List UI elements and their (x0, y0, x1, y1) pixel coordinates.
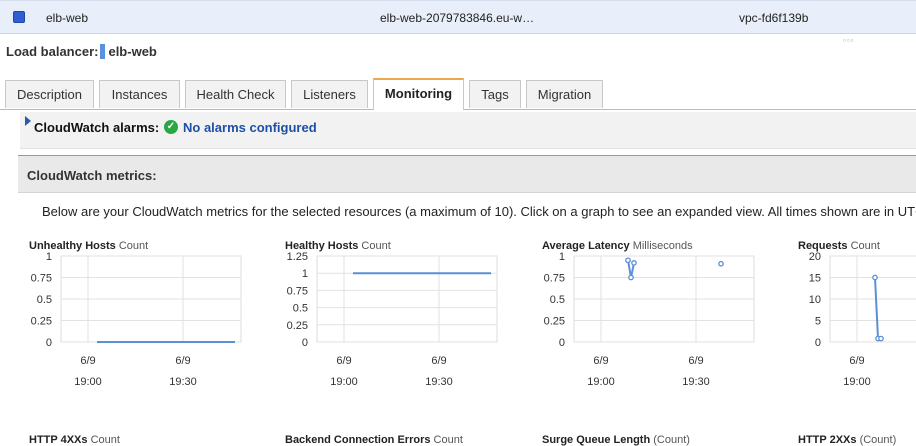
tab-migration[interactable]: Migration (526, 80, 603, 108)
x-tick-label: 19:30 (682, 376, 710, 388)
marker-icon (100, 44, 106, 59)
x-tick-label: 6/9 (593, 355, 608, 367)
x-tick-label: 19:00 (843, 376, 871, 388)
graph-healthy-hosts[interactable]: Healthy Hosts Count 1.25 1 0.75 0.5 0.25 0 6/9… (285, 240, 525, 400)
graph-title-text: Surge Queue Length (542, 434, 651, 446)
selected-load-balancer-row[interactable]: elb-web elb-web-2079783846.eu-w… vpc-fd6… (0, 0, 916, 34)
graph-title-text: Average Latency (542, 240, 630, 252)
x-tick-label: 19:30 (169, 376, 197, 388)
x-tick-label: 6/9 (849, 355, 864, 367)
y-tick-label: 1.25 (287, 251, 308, 263)
y-tick-label: 0.75 (544, 273, 565, 285)
y-tick-label: 0 (46, 337, 52, 349)
row-checkbox[interactable] (13, 11, 25, 23)
x-tick-label: 19:00 (330, 376, 358, 388)
y-tick-label: 10 (809, 294, 821, 306)
x-tick-label: 19:00 (587, 376, 615, 388)
graph-unit: Count (90, 434, 120, 446)
chart-svg: 20 15 10 5 0 6/9 19:00 (809, 251, 916, 388)
y-tick-label: 0 (302, 337, 308, 349)
y-tick-label: 15 (809, 273, 821, 285)
graph-unit: Milliseconds (632, 240, 693, 252)
load-balancer-title: Load balancer: elb-web (6, 44, 157, 59)
graph-unit: Count (361, 240, 391, 252)
data-point (872, 274, 878, 281)
tab-monitoring[interactable]: Monitoring (373, 78, 464, 110)
graph-title-text: Unhealthy Hosts (29, 240, 116, 252)
graph-unit: Count (850, 240, 880, 252)
tab-description[interactable]: Description (5, 80, 94, 108)
graph-title-backend-errors[interactable]: Backend Connection Errors Count (285, 434, 463, 446)
y-tick-label: 0.25 (287, 320, 308, 332)
y-tick-label: 1 (46, 251, 52, 263)
data-point (878, 335, 884, 342)
check-circle-icon: ✓ (164, 120, 178, 134)
resize-grip-icon[interactable]: ▫▫▫ (843, 36, 855, 45)
tab-health-check[interactable]: Health Check (185, 80, 286, 108)
row-name: elb-web (46, 11, 89, 25)
data-point (625, 257, 631, 264)
graph-unit: Count (433, 434, 463, 446)
metrics-description: Below are your CloudWatch metrics for th… (42, 204, 916, 219)
x-tick-label: 19:30 (425, 376, 453, 388)
row-vpc-id: vpc-fd6f139b (739, 11, 809, 25)
tab-listeners[interactable]: Listeners (291, 80, 368, 108)
y-tick-label: 0.25 (31, 316, 52, 328)
series-line (874, 277, 881, 340)
y-tick-label: 0.5 (37, 294, 52, 306)
y-tick-label: 1 (302, 268, 308, 280)
graph-title-text: Backend Connection Errors (285, 434, 431, 446)
graph-title-text: HTTP 4XXs (29, 434, 88, 446)
y-tick-label: 0.25 (544, 316, 565, 328)
expand-triangle-icon[interactable] (25, 116, 31, 126)
x-tick-label: 6/9 (336, 355, 351, 367)
load-balancer-name: elb-web (108, 44, 157, 59)
load-balancer-label: Load balancer: (6, 44, 99, 59)
x-tick-label: 6/9 (431, 355, 446, 367)
metrics-header-label: CloudWatch metrics: (27, 168, 157, 183)
x-tick-label: 6/9 (175, 355, 190, 367)
y-tick-label: 0.5 (293, 303, 308, 315)
y-tick-label: 5 (815, 316, 821, 328)
data-point (628, 274, 634, 281)
x-tick-label: 6/9 (80, 355, 95, 367)
y-tick-label: 20 (809, 251, 821, 263)
chart-svg: 1 0.75 0.5 0.25 0 6/9 19:00 6/9 19:30 (31, 251, 242, 388)
graph-unit: (Count) (653, 434, 690, 446)
graph-title-http-4xx[interactable]: HTTP 4XXs Count (29, 434, 120, 446)
chart-svg: 1.25 1 0.75 0.5 0.25 0 6/9 19:00 6/9 19:30 (287, 251, 498, 388)
data-point (631, 260, 637, 266)
alarms-label: CloudWatch alarms: (34, 120, 160, 135)
graph-average-latency[interactable]: Average Latency Milliseconds 1 0.75 0.5 0.2… (542, 240, 782, 400)
graph-title-text: HTTP 2XXs (798, 434, 857, 446)
graph-title-http-2xx[interactable]: HTTP 2XXs (Count) (798, 434, 896, 446)
detail-tabs: Description Instances Health Check Liste… (0, 78, 916, 110)
tab-instances[interactable]: Instances (99, 80, 180, 108)
tab-tags[interactable]: Tags (469, 80, 521, 108)
x-tick-label: 19:00 (74, 376, 102, 388)
y-tick-label: 0.75 (31, 273, 52, 285)
graph-unit: (Count) (859, 434, 897, 446)
y-tick-label: 0 (559, 337, 565, 349)
graph-title-surge-queue[interactable]: Surge Queue Length (Count) (542, 434, 690, 446)
alarms-status: No alarms configured (183, 120, 317, 135)
y-tick-label: 0.75 (287, 285, 308, 297)
graph-unhealthy-hosts[interactable]: Unhealthy Hosts Count 1 0.75 0.5 0.25 0 6/9 19… (29, 240, 269, 400)
graph-unit: Count (118, 240, 149, 252)
y-tick-label: 0.5 (550, 294, 565, 306)
graph-requests[interactable]: Requests Count 20 15 10 5 0 6/9 19:00 (798, 240, 916, 400)
data-point (718, 260, 724, 267)
x-tick-label: 6/9 (688, 355, 703, 367)
row-dns-name: elb-web-2079783846.eu-w… (380, 11, 535, 25)
y-tick-label: 0 (815, 337, 821, 349)
y-tick-label: 1 (559, 251, 565, 263)
cloudwatch-alarms-section[interactable]: CloudWatch alarms: ✓ No alarms configure… (20, 112, 916, 149)
graph-title-text: Requests (798, 240, 848, 252)
cloudwatch-metrics-header: CloudWatch metrics: (18, 155, 916, 193)
chart-svg: 1 0.75 0.5 0.25 0 6/9 19:00 6/9 19:30 (544, 251, 755, 388)
